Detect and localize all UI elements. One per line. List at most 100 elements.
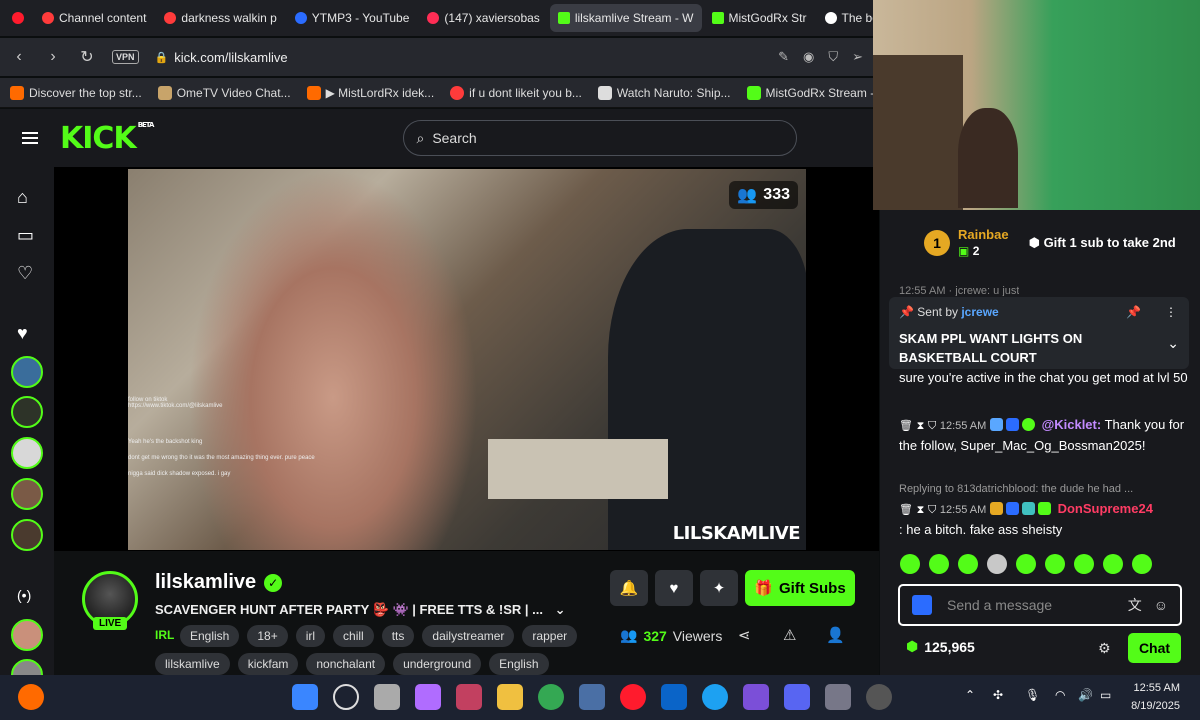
shield-icon[interactable]: ⛉ xyxy=(828,49,838,65)
menu-icon[interactable] xyxy=(22,129,38,147)
leader-cta[interactable]: ⬢ Gift 1 sub to take 2nd xyxy=(1029,235,1176,251)
chat-username[interactable]: @Kicklet: xyxy=(1042,417,1102,432)
vpn-badge[interactable]: VPN xyxy=(112,50,139,64)
stream-tag[interactable]: underground xyxy=(393,653,482,675)
delete-icon[interactable]: 🗑 xyxy=(899,420,913,432)
timeout-icon[interactable]: ⧗ xyxy=(917,504,925,516)
volume-icon[interactable]: 🔊 xyxy=(1078,688,1093,702)
translate-icon[interactable]: 文 xyxy=(1128,595,1142,615)
settings-gear-icon[interactable]: ⚙ xyxy=(1098,640,1111,657)
system-clock[interactable]: 12:55 AM 8/19/2025 xyxy=(1131,679,1180,715)
more-options-icon[interactable]: ⋮ xyxy=(1165,305,1177,319)
bookmark-item[interactable]: Discover the top str... xyxy=(10,85,142,100)
pinned-username[interactable]: jcrewe xyxy=(961,305,998,319)
leader-name[interactable]: Rainbae xyxy=(958,227,1009,243)
send-icon[interactable]: ➢ xyxy=(852,49,863,65)
streamer-name[interactable]: lilskamlive xyxy=(155,571,256,594)
emote-icon[interactable] xyxy=(1045,554,1065,574)
browser-tab[interactable]: Channel content xyxy=(34,4,154,32)
emoji-icon[interactable]: ☺ xyxy=(1154,597,1168,613)
app-icon[interactable] xyxy=(866,684,892,710)
share-icon[interactable]: ⋖ xyxy=(738,626,751,644)
url-field[interactable]: kick.com/lilskamlive xyxy=(174,50,287,65)
opera-icon[interactable] xyxy=(620,684,646,710)
bookmark-item[interactable]: if u dont likeit you b... xyxy=(450,85,582,100)
pinned-message[interactable]: 📌 Sent by jcrewe SKAM PPL WANT LIGHTS ON… xyxy=(889,297,1189,369)
emote-icon[interactable] xyxy=(1016,554,1036,574)
heart-icon[interactable]: ♡ xyxy=(17,263,33,284)
channel-points[interactable]: ⬢ 125,965 xyxy=(906,638,975,655)
app-icon[interactable] xyxy=(456,684,482,710)
store-icon[interactable] xyxy=(579,684,605,710)
browser-tab[interactable]: MistGodRx Str xyxy=(704,4,815,32)
chevron-down-icon[interactable]: ⌄ xyxy=(555,602,566,617)
camera-icon[interactable]: ◉ xyxy=(803,49,814,65)
bookmark-item[interactable]: Watch Naruto: Ship... xyxy=(597,85,731,100)
chevron-up-icon[interactable]: ⌃ xyxy=(965,688,975,702)
video-player[interactable]: 👥 333 LILSKAMLIVE follow on tiktok https:… xyxy=(128,169,806,550)
send-chat-button[interactable]: Chat xyxy=(1128,633,1181,663)
search-input[interactable]: ⌕ Search xyxy=(403,120,798,156)
notification-bell-button[interactable]: 🔔 xyxy=(610,570,648,606)
bookmark-item[interactable]: OmeTV Video Chat... xyxy=(157,85,291,100)
chat-username[interactable]: DonSupreme24 xyxy=(1058,501,1153,516)
stream-tag[interactable]: English xyxy=(180,625,240,647)
avatar[interactable] xyxy=(11,437,43,469)
emote-icon[interactable] xyxy=(900,554,920,574)
browse-icon[interactable]: ▭ xyxy=(17,225,34,246)
chrome-icon[interactable] xyxy=(538,684,564,710)
firefox-icon[interactable] xyxy=(18,684,44,710)
opera-menu-icon[interactable] xyxy=(4,4,32,32)
file-explorer-icon[interactable] xyxy=(497,684,523,710)
back-icon[interactable]: ‹ xyxy=(10,48,28,66)
stream-tag[interactable]: dailystreamer xyxy=(422,625,515,647)
task-view-icon[interactable] xyxy=(374,684,400,710)
reload-icon[interactable]: ↻ xyxy=(78,47,96,67)
avatar[interactable] xyxy=(11,519,43,551)
stream-tag[interactable]: English xyxy=(489,653,549,675)
delete-icon[interactable]: 🗑 xyxy=(899,504,913,516)
outlook-icon[interactable] xyxy=(661,684,687,710)
emote-icon[interactable] xyxy=(958,554,978,574)
bookmark-item[interactable]: ▶ MistLordRx idek... xyxy=(306,85,434,100)
browser-tab[interactable]: darkness walkin p xyxy=(156,4,284,32)
gift-subs-button[interactable]: 🎁 Gift Subs xyxy=(745,570,855,606)
shield-icon[interactable]: ⛉ xyxy=(928,504,936,516)
kick-logo[interactable]: KICK BETA xyxy=(60,121,154,156)
stream-tag[interactable]: tts xyxy=(381,625,415,647)
windows-start-icon[interactable] xyxy=(292,684,318,710)
emote-icon[interactable] xyxy=(1103,554,1123,574)
avatar[interactable] xyxy=(11,396,43,428)
battery-icon[interactable]: ▭ xyxy=(1100,688,1111,702)
avatar[interactable] xyxy=(11,356,43,388)
edit-icon[interactable]: ✎ xyxy=(778,49,789,65)
stream-tag[interactable]: kickfam xyxy=(237,653,299,675)
search-icon[interactable] xyxy=(333,684,359,710)
microphone-icon[interactable]: 🎙 xyxy=(1025,688,1040,702)
stream-tag[interactable]: chill xyxy=(333,625,374,647)
emote-icon[interactable] xyxy=(1074,554,1094,574)
emote-icon[interactable] xyxy=(1132,554,1152,574)
forward-icon[interactable]: › xyxy=(44,48,62,66)
chat-message-input[interactable]: Send a message 文 ☺ xyxy=(898,584,1182,626)
copilot-icon[interactable] xyxy=(415,684,441,710)
stream-tag[interactable]: nonchalant xyxy=(306,653,386,675)
stream-app-icon[interactable] xyxy=(743,684,769,710)
timeout-icon[interactable]: ⧗ xyxy=(917,420,925,432)
browser-tab[interactable]: YTMP3 - YouTube xyxy=(287,4,418,32)
bookmark-item[interactable]: MistGodRx Stream -... xyxy=(746,85,884,100)
emote-icon[interactable] xyxy=(929,554,949,574)
stream-tag[interactable]: lilskamlive xyxy=(155,653,230,675)
emote-icon[interactable] xyxy=(987,554,1007,574)
shield-icon[interactable]: ⛉ xyxy=(928,420,936,432)
edge-icon[interactable] xyxy=(702,684,728,710)
wifi-icon[interactable]: ◠ xyxy=(1055,688,1065,702)
sparkle-button[interactable]: ✦ xyxy=(700,570,738,606)
report-icon[interactable]: ⚠ xyxy=(783,626,796,644)
browser-tab-active[interactable]: lilskamlive Stream - W xyxy=(549,4,702,32)
pin-icon[interactable]: 📌 xyxy=(1126,305,1141,319)
camera-app-icon[interactable] xyxy=(825,684,851,710)
avatar[interactable] xyxy=(11,478,43,510)
stream-category[interactable]: IRL xyxy=(155,628,174,642)
tray-app-icon[interactable]: ✣ xyxy=(993,688,1003,702)
